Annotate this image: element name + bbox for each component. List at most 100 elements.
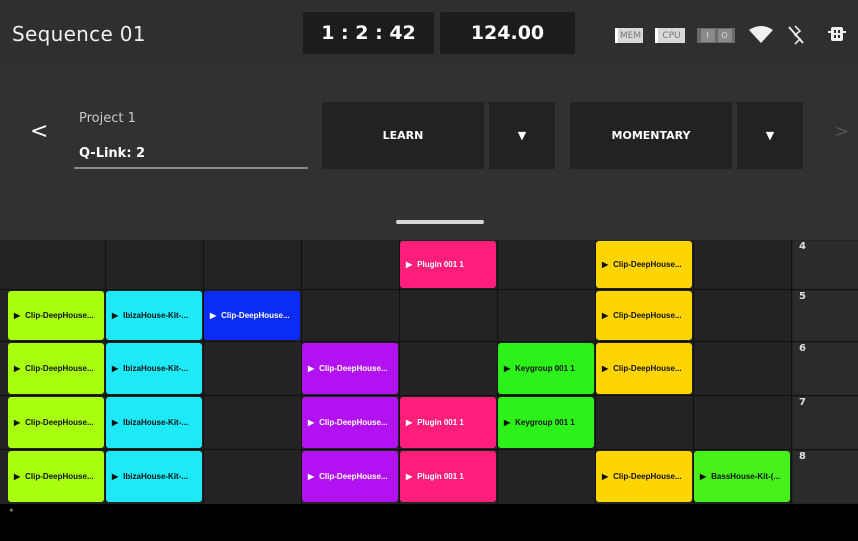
clip-launch-button[interactable]: ▶ Clip-DeepHouse... [596,451,692,502]
position-display[interactable]: 1 : 2 : 42 [303,12,434,54]
sequence-name[interactable]: Sequence 01 [12,22,146,46]
play-icon: ▶ [602,311,609,320]
clip-launch-button[interactable]: ▶ Keygroup 001 1 [498,397,594,448]
clip-label: Clip-DeepHouse... [613,472,682,481]
clip-launch-button[interactable]: ▶ Clip-DeepHouse... [302,397,398,448]
play-icon: ▶ [14,418,21,427]
clip-grid: 4 5 6 7 8 ▶ Plugin 001 1 ▶ Clip-DeepHouse... ▶ Cli… [0,240,858,504]
clip-label: Clip-DeepHouse... [25,364,94,373]
previous-arrow-button[interactable]: < [30,119,48,144]
clip-launch-button[interactable]: ▶ Plugin 001 1 [400,451,496,502]
input-meter: I [700,29,715,42]
mem-meter: MEM [615,28,643,43]
play-icon: ▶ [210,311,217,320]
clip-label: Plugin 001 1 [417,418,464,427]
clip-launch-button[interactable]: ▶ IbizaHouse-Kit-... [106,451,202,502]
grid-line [0,395,858,396]
scene-number: 4 [799,241,806,252]
learn-button[interactable]: LEARN [322,102,484,169]
clip-label: IbizaHouse-Kit-... [123,418,189,427]
clip-label: Plugin 001 1 [417,260,464,269]
project-label: Project 1 [79,111,136,126]
play-icon: ▶ [14,311,21,320]
clip-launch-button[interactable]: ▶ Keygroup 001 1 [498,343,594,394]
clip-launch-button[interactable]: ▶ Clip-DeepHouse... [8,343,104,394]
clip-label: Keygroup 001 1 [515,418,575,427]
play-icon: ▶ [700,472,707,481]
clip-label: Clip-DeepHouse... [319,472,388,481]
scene-number: 5 [799,291,806,302]
play-icon: ▶ [602,472,609,481]
top-bar: Sequence 01 1 : 2 : 42 124.00 MEM CPU I … [0,0,858,66]
play-icon: ▶ [602,364,609,373]
play-icon: ▶ [14,364,21,373]
play-icon: ▶ [504,418,511,427]
clip-launch-button[interactable]: ▶ Plugin 001 1 [400,241,496,288]
play-icon: ▶ [112,364,119,373]
panel-drag-handle[interactable] [396,220,484,224]
clip-launch-button[interactable]: ▶ Clip-DeepHouse... [8,451,104,502]
clip-launch-button[interactable]: ▶ IbizaHouse-Kit-... [106,397,202,448]
clip-launch-button[interactable]: ▶ Clip-DeepHouse... [596,241,692,288]
scene-number: 8 [799,451,806,462]
momentary-button[interactable]: MOMENTARY [570,102,732,169]
clip-label: IbizaHouse-Kit-... [123,311,189,320]
clip-launch-button[interactable]: ▶ Plugin 001 1 [400,397,496,448]
clip-label: Clip-DeepHouse... [613,260,682,269]
play-icon: ▶ [406,260,413,269]
play-icon: ▶ [406,472,413,481]
grid-line [791,240,792,504]
play-icon: ▶ [112,472,119,481]
io-meter: I O [697,28,735,43]
bluetooth-off-icon [788,25,804,45]
clip-label: IbizaHouse-Kit-... [123,472,189,481]
grid-line [0,289,858,290]
play-icon: ▶ [308,418,315,427]
grid-line [203,240,204,504]
expand-corner-icon[interactable]: ✦ [8,506,15,515]
qlink-underline [74,167,308,169]
clip-label: IbizaHouse-Kit-... [123,364,189,373]
clip-label: BassHouse-Kit-(... [711,472,781,481]
clip-launch-button[interactable]: ▶ IbizaHouse-Kit-... [106,343,202,394]
clip-label: Keygroup 001 1 [515,364,575,373]
bottom-strip [0,504,858,541]
scene-number: 6 [799,343,806,354]
play-icon: ▶ [308,472,315,481]
clip-launch-button[interactable]: ▶ IbizaHouse-Kit-... [106,291,202,340]
clip-label: Clip-DeepHouse... [221,311,290,320]
clip-label: Clip-DeepHouse... [319,364,388,373]
qlink-field[interactable]: Q-Link: 2 [79,146,145,161]
clip-launch-button[interactable]: ▶ Clip-DeepHouse... [204,291,300,340]
play-icon: ▶ [504,364,511,373]
play-icon: ▶ [406,418,413,427]
play-icon: ▶ [112,418,119,427]
clip-launch-button[interactable]: ▶ Clip-DeepHouse... [596,291,692,340]
clip-launch-button[interactable]: ▶ Clip-DeepHouse... [302,451,398,502]
tempo-display[interactable]: 124.00 [440,12,575,54]
momentary-dropdown-button[interactable]: ▼ [737,102,803,169]
clip-label: Clip-DeepHouse... [613,364,682,373]
wifi-icon [749,26,773,43]
clip-launch-button[interactable]: ▶ Clip-DeepHouse... [596,343,692,394]
next-arrow-button[interactable]: > [834,121,849,142]
clip-launch-button[interactable]: ▶ Clip-DeepHouse... [302,343,398,394]
clip-label: Clip-DeepHouse... [319,418,388,427]
clip-launch-button[interactable]: ▶ BassHouse-Kit-(... [694,451,790,502]
grid-line [0,341,858,342]
clip-label: Plugin 001 1 [417,472,464,481]
play-icon: ▶ [602,260,609,269]
play-icon: ▶ [112,311,119,320]
learn-dropdown-button[interactable]: ▼ [489,102,555,169]
clip-label: Clip-DeepHouse... [25,472,94,481]
clip-label: Clip-DeepHouse... [25,311,94,320]
qlink-panel: < Project 1 Q-Link: 2 LEARN ▼ MOMENTARY … [0,66,858,240]
clip-launch-button[interactable]: ▶ Clip-DeepHouse... [8,397,104,448]
cpu-meter: CPU [655,28,685,43]
play-icon: ▶ [14,472,21,481]
clip-label: Clip-DeepHouse... [25,418,94,427]
clip-launch-button[interactable]: ▶ Clip-DeepHouse... [8,291,104,340]
play-icon: ▶ [308,364,315,373]
scene-number: 7 [799,397,806,408]
grid-line [0,449,858,450]
